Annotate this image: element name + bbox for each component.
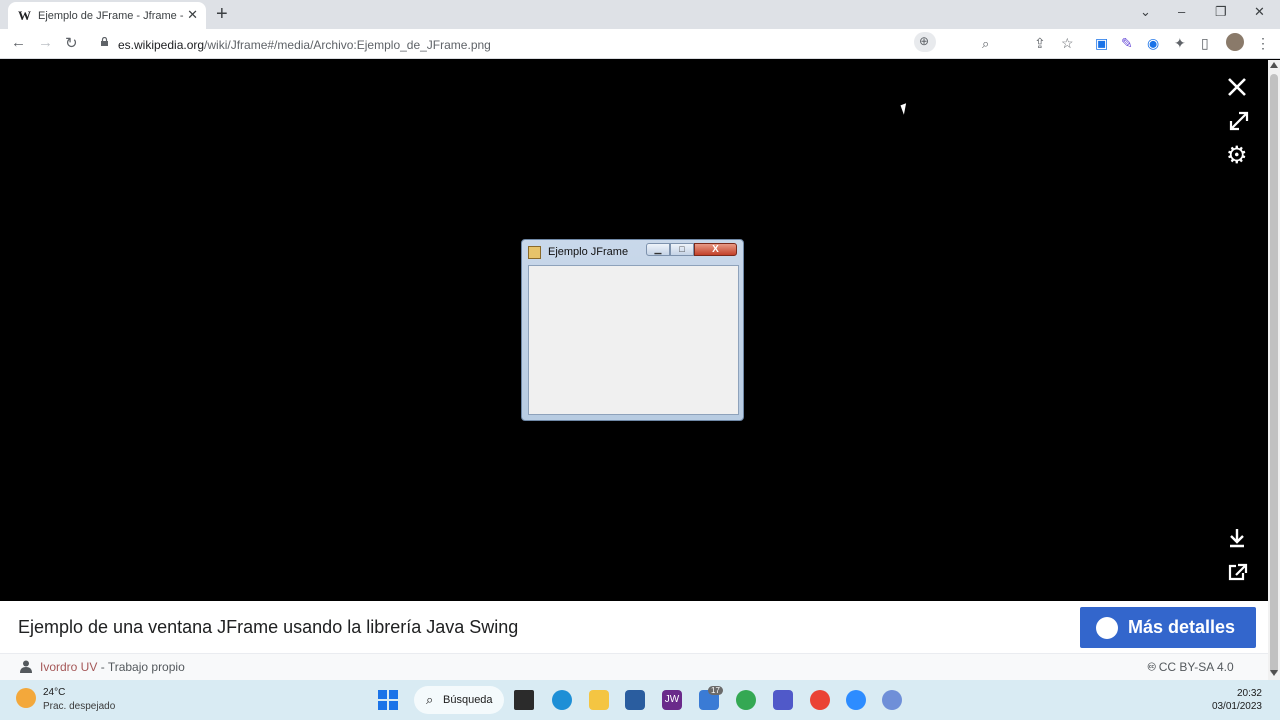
url-text: es.wikipedia.org/wiki/Jframe#/media/Arch…: [118, 38, 491, 52]
work-type: Trabajo propio: [107, 660, 185, 674]
weather-description[interactable]: Prac. despejado: [43, 701, 115, 712]
edge-browser-icon[interactable]: [552, 690, 572, 710]
taskbar-search[interactable]: ⌕ Búsqueda: [414, 686, 504, 714]
settings-app-icon[interactable]: [882, 690, 902, 710]
scroll-up-arrow-icon[interactable]: [1270, 62, 1278, 68]
search-label: Búsqueda: [443, 694, 493, 706]
jw-app-icon[interactable]: JW: [662, 690, 682, 710]
jframe-maximize-icon: □: [670, 243, 694, 256]
media-viewer: ⚙ Ejemplo JFrame ▁ □ X: [0, 60, 1268, 601]
share-icon[interactable]: [1228, 563, 1248, 581]
lock-icon: [101, 37, 108, 46]
tab-close-icon[interactable]: ✕: [187, 7, 198, 23]
commons-logo-icon: [1096, 616, 1118, 639]
tab-strip: W Ejemplo de JFrame - Jframe - Wi ✕ + ⌄ …: [0, 0, 1280, 29]
mouse-cursor: [900, 103, 910, 115]
more-details-label: Más detalles: [1128, 617, 1236, 637]
page-scrollbar[interactable]: [1268, 60, 1280, 680]
restore-button[interactable]: ❐: [1215, 4, 1227, 20]
license-link[interactable]: 🅭 CC BY-SA 4.0: [1148, 660, 1234, 675]
url-domain: es.wikipedia.org: [118, 38, 205, 52]
author-info: Ivordro UV - Trabajo propio: [40, 660, 185, 674]
jframe-title: Ejemplo JFrame: [548, 246, 629, 258]
gear-icon[interactable]: ⚙: [1226, 144, 1248, 168]
jframe-close-icon: X: [694, 243, 737, 256]
tab-title: Ejemplo de JFrame - Jframe - Wi: [38, 9, 184, 22]
profile-avatar[interactable]: [1226, 33, 1244, 51]
zoom-indicator[interactable]: ⊕: [914, 32, 936, 52]
weather-sun-icon[interactable]: [16, 688, 36, 708]
address-bar[interactable]: es.wikipedia.org/wiki/Jframe#/media/Arch…: [90, 31, 1030, 57]
close-icon[interactable]: [1226, 76, 1248, 98]
chrome-profile-icon[interactable]: [810, 690, 830, 710]
side-panel-icon[interactable]: ▯: [1201, 35, 1209, 52]
user-icon: [20, 660, 32, 673]
java-cup-icon: [528, 246, 541, 259]
clock-date: 03/01/2023: [1211, 701, 1262, 712]
license-label: CC BY-SA 4.0: [1158, 660, 1234, 674]
mail-badge: 17: [708, 686, 723, 695]
caption-text: Ejemplo de una ventana JFrame usando la …: [18, 617, 519, 637]
zoom-magnifier-icon: ⊕: [919, 34, 930, 48]
extension-pen-icon[interactable]: ✎: [1121, 35, 1133, 52]
weather-temperature[interactable]: 24°C: [43, 687, 65, 698]
menu-kebab-icon[interactable]: ⋮: [1256, 35, 1270, 52]
jframe-image: Ejemplo JFrame ▁ □ X: [521, 239, 744, 421]
file-explorer-icon[interactable]: [589, 690, 609, 710]
download-icon[interactable]: [1228, 528, 1246, 548]
scroll-down-arrow-icon[interactable]: [1270, 670, 1278, 676]
author-separator: -: [97, 660, 108, 674]
cc-icon: 🅭: [1148, 660, 1159, 674]
chrome-icon[interactable]: [736, 690, 756, 710]
new-tab-button[interactable]: +: [216, 3, 228, 26]
jframe-content-pane: [528, 265, 739, 415]
attribution-bar: Ivordro UV - Trabajo propio 🅭 CC BY-SA 4…: [0, 653, 1268, 680]
scroll-thumb[interactable]: [1270, 74, 1278, 674]
bookmark-star-icon[interactable]: ☆: [1061, 35, 1074, 52]
browser-toolbar: ← → ↻ es.wikipedia.org/wiki/Jframe#/medi…: [0, 29, 1280, 59]
back-arrow-icon[interactable]: ←: [11, 34, 26, 51]
start-button[interactable]: [378, 690, 398, 710]
wikipedia-favicon-icon: W: [18, 7, 31, 23]
media-caption-panel: Ejemplo de una ventana JFrame usando la …: [0, 601, 1268, 653]
author-link[interactable]: Ivordro UV: [40, 660, 97, 674]
store-icon[interactable]: [625, 690, 645, 710]
tab-search-chevron-down-icon[interactable]: ⌄: [1140, 4, 1151, 20]
share-page-icon[interactable]: ⇪: [1034, 35, 1046, 52]
search-icon[interactable]: ⌕: [982, 36, 989, 52]
windows-taskbar: 24°C Prac. despejado ⌕ Búsqueda JW 17 20…: [0, 680, 1280, 720]
window-close-button[interactable]: ✕: [1254, 4, 1265, 20]
system-clock[interactable]: 20:32 03/01/2023: [1212, 687, 1262, 713]
zoom-app-icon[interactable]: [846, 690, 866, 710]
expand-icon[interactable]: [1228, 110, 1250, 132]
url-path: /wiki/Jframe#/media/Archivo:Ejemplo_de_J…: [204, 38, 491, 52]
clock-time: 20:32: [1236, 688, 1262, 699]
search-magnifier-icon: ⌕: [426, 692, 434, 707]
reload-icon[interactable]: ↻: [65, 34, 78, 52]
more-details-button[interactable]: Más detalles: [1080, 607, 1256, 648]
teams-icon[interactable]: [773, 690, 793, 710]
jframe-minimize-icon: ▁: [646, 243, 670, 256]
task-view-icon[interactable]: [514, 690, 534, 710]
extension-translate-icon[interactable]: ▣: [1095, 35, 1108, 52]
extension-circle-icon[interactable]: ◉: [1147, 35, 1159, 52]
browser-tab[interactable]: W Ejemplo de JFrame - Jframe - Wi ✕: [8, 2, 206, 29]
extensions-puzzle-icon[interactable]: ✦: [1174, 35, 1186, 52]
forward-arrow-icon[interactable]: →: [38, 34, 53, 51]
minimize-button[interactable]: –: [1178, 4, 1185, 19]
